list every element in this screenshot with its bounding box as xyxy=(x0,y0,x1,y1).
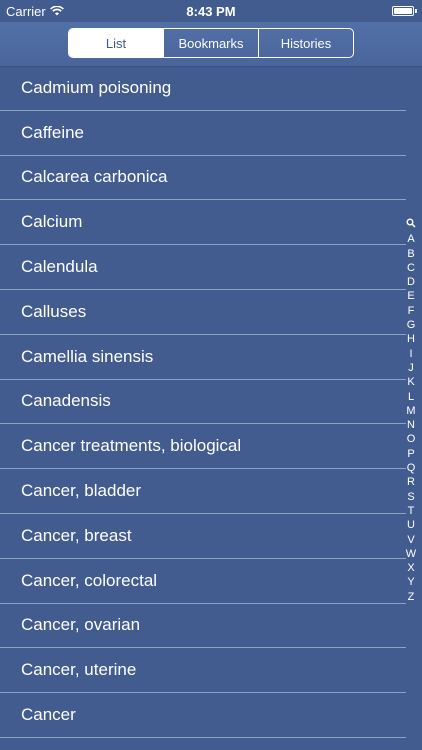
index-letter[interactable]: S xyxy=(407,490,414,504)
section-index[interactable]: A B C D E F G H I J K L M N O P Q R S T … xyxy=(404,218,418,604)
status-time: 8:43 PM xyxy=(186,4,236,19)
index-letter[interactable]: C xyxy=(407,261,415,275)
list-item[interactable]: Cadmium poisoning xyxy=(0,66,406,111)
index-letter[interactable]: H xyxy=(407,332,415,346)
index-letter[interactable]: F xyxy=(408,304,415,318)
index-letter[interactable]: B xyxy=(407,247,414,261)
index-letter[interactable]: V xyxy=(407,533,414,547)
index-letter[interactable]: T xyxy=(408,504,415,518)
index-letter[interactable]: N xyxy=(407,418,415,432)
battery-tip xyxy=(415,9,417,13)
list-item[interactable]: Cancer, uterine xyxy=(0,648,406,694)
index-search-icon[interactable] xyxy=(406,218,416,232)
list-item[interactable]: Cancer xyxy=(0,693,406,738)
index-letter[interactable]: R xyxy=(407,475,415,489)
list-item[interactable]: Calendula xyxy=(0,245,406,290)
segment-list[interactable]: List xyxy=(69,29,163,57)
list-item[interactable]: Camellia sinensis xyxy=(0,335,406,380)
segmented-control: List Bookmarks Histories xyxy=(68,28,354,58)
remedy-list[interactable]: Cadmium poisoning Caffeine Calcarea carb… xyxy=(0,66,406,750)
index-letter[interactable]: P xyxy=(407,447,414,461)
list-item[interactable]: Cancer treatments, biological xyxy=(0,424,406,470)
list-item[interactable]: Cancer, ovarian xyxy=(0,604,406,649)
index-letter[interactable]: O xyxy=(407,432,416,446)
index-letter[interactable]: A xyxy=(407,232,414,246)
index-letter[interactable]: D xyxy=(407,275,415,289)
index-letter[interactable]: X xyxy=(407,561,414,575)
index-letter[interactable]: G xyxy=(407,318,416,332)
index-letter[interactable]: Y xyxy=(407,575,414,589)
list-item[interactable]: Cancer, colorectal xyxy=(0,559,406,604)
list-item[interactable]: Calluses xyxy=(0,290,406,335)
segment-bookmarks[interactable]: Bookmarks xyxy=(163,29,258,57)
status-bar: Carrier 8:43 PM xyxy=(0,0,422,22)
list-item[interactable]: Cancer, bladder xyxy=(0,469,406,514)
index-letter[interactable]: Q xyxy=(407,461,416,475)
index-letter[interactable]: I xyxy=(409,347,412,361)
battery-icon xyxy=(392,6,414,16)
index-letter[interactable]: Z xyxy=(408,590,415,604)
segment-histories[interactable]: Histories xyxy=(258,29,353,57)
index-letter[interactable]: M xyxy=(406,404,415,418)
list-item[interactable]: Caffeine xyxy=(0,111,406,156)
list-item[interactable]: Canadensis xyxy=(0,380,406,425)
index-letter[interactable]: K xyxy=(407,375,414,389)
index-letter[interactable]: E xyxy=(407,289,414,303)
navigation-bar: List Bookmarks Histories xyxy=(0,22,422,67)
list-item[interactable]: Calcarea carbonica xyxy=(0,156,406,201)
index-letter[interactable]: U xyxy=(407,518,415,532)
index-letter[interactable]: J xyxy=(408,361,414,375)
index-letter[interactable]: W xyxy=(406,547,416,561)
index-letter[interactable]: L xyxy=(408,390,414,404)
list-item[interactable]: Cancer, breast xyxy=(0,514,406,559)
list-item[interactable]: Calcium xyxy=(0,200,406,246)
